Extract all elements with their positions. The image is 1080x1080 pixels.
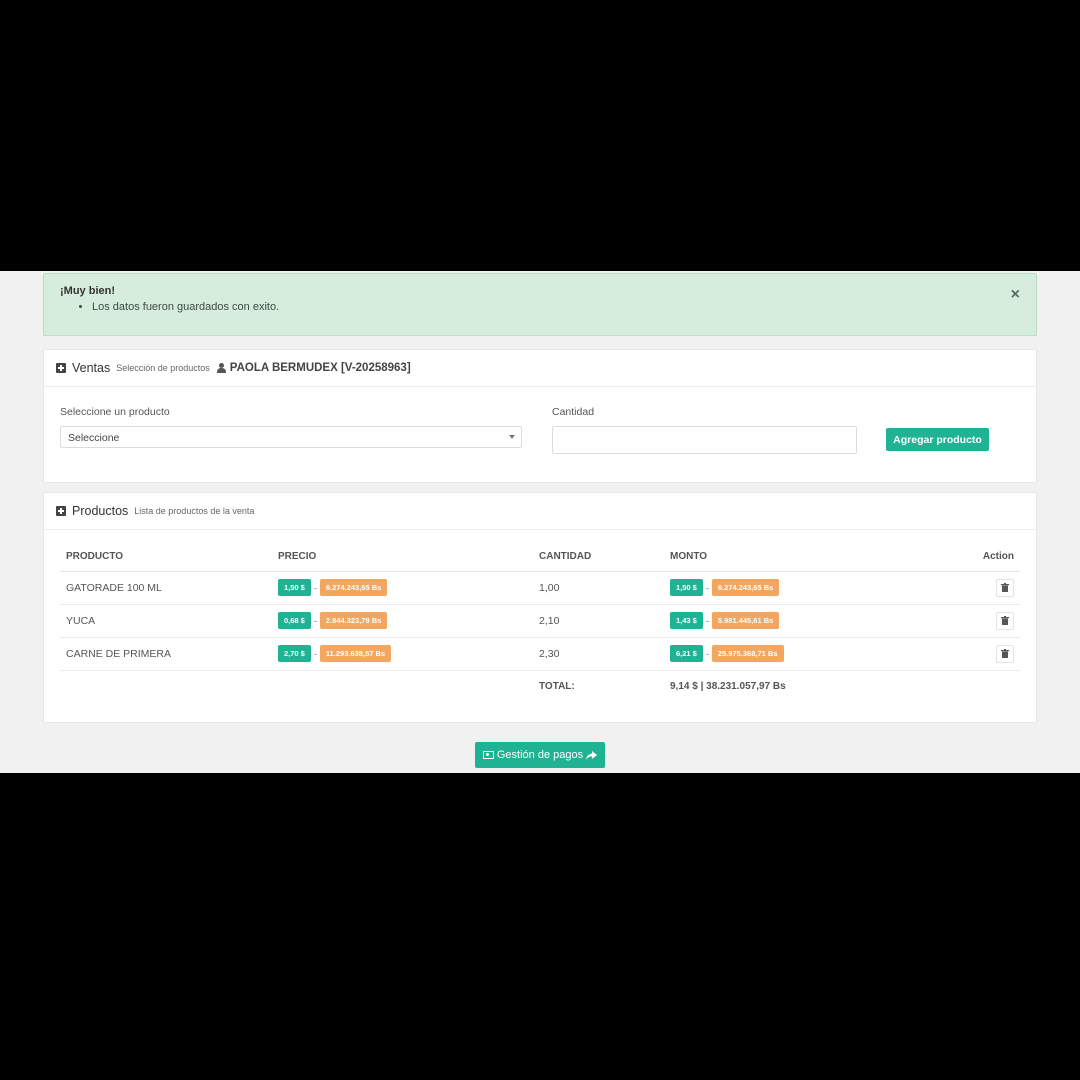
payments-button-label: Gestión de pagos (496, 749, 584, 761)
trash-icon (1001, 649, 1009, 658)
share-arrow-icon (586, 750, 598, 760)
empty-cell (60, 670, 272, 703)
productos-title: Productos (72, 504, 129, 518)
trash-icon (1001, 583, 1009, 592)
product-select-value: Seleccione (68, 432, 120, 444)
header-action: Action (914, 543, 1020, 572)
plus-square-icon (56, 363, 66, 373)
delete-button[interactable] (996, 578, 1014, 597)
price-cell: 2,70 $ - 11.293.638,57 Bs (272, 637, 533, 671)
table-row: GATORADE 100 ML 1,50 $ - 6.274.243,65 Bs… (60, 571, 1020, 605)
product-select[interactable]: Seleccione (60, 426, 522, 448)
add-product-button[interactable]: Agregar producto (886, 428, 989, 451)
price-usd-badge: 1,50 $ (278, 579, 311, 596)
client-name: PAOLA BERMUDEX [V-20258963] (229, 362, 411, 374)
amount-bs-badge: 5.981.445,61 Bs (711, 612, 780, 629)
product-name: YUCA (60, 604, 272, 638)
app-viewport: ¡Muy bien! Los datos fueron guardados co… (0, 271, 1080, 773)
product-name: CARNE DE PRIMERA (60, 637, 272, 671)
alert-title: ¡Muy bien! (60, 285, 115, 297)
trash-icon (1001, 616, 1009, 625)
alert-message-list: Los datos fueron guardados con exito. (92, 301, 1020, 313)
header-precio: PRECIO (272, 543, 533, 572)
price-usd-badge: 2,70 $ (278, 645, 311, 662)
table-row: YUCA 0,68 $ - 2.844.323,79 Bs 2,10 1,43 … (60, 604, 1020, 638)
amount-cell: 1,43 $ - 5.981.445,61 Bs (664, 604, 914, 638)
money-icon (482, 751, 494, 759)
empty-cell (272, 670, 533, 703)
action-cell (914, 637, 1020, 671)
product-label: Seleccione un producto (60, 406, 170, 418)
quantity-cell: 1,00 (533, 571, 664, 605)
price-bs-badge: 2.844.323,79 Bs (319, 612, 388, 629)
header-cantidad: CANTIDAD (533, 543, 664, 572)
productos-panel-header: Productos Lista de productos de la venta (44, 493, 1036, 530)
amount-cell: 1,50 $ - 6.274.243,65 Bs (664, 571, 914, 605)
amount-bs-badge: 6.274.243,65 Bs (711, 579, 780, 596)
separator: - (313, 582, 317, 593)
productos-panel: Productos Lista de productos de la venta… (43, 492, 1037, 723)
delete-button[interactable] (996, 611, 1014, 630)
action-cell (914, 571, 1020, 605)
total-row: TOTAL: 9,14 $ | 38.231.057,97 Bs (60, 670, 1020, 703)
success-alert: ¡Muy bien! Los datos fueron guardados co… (43, 273, 1037, 336)
price-bs-badge: 11.293.638,57 Bs (319, 645, 392, 662)
productos-subtitle: Lista de productos de la venta (134, 506, 255, 516)
ventas-title: Ventas (72, 361, 111, 375)
quantity-label: Cantidad (552, 406, 595, 418)
header-producto: PRODUCTO (60, 543, 272, 572)
price-usd-badge: 0,68 $ (278, 612, 311, 629)
header-monto: MONTO (664, 543, 914, 572)
amount-bs-badge: 25.975.368,71 Bs (711, 645, 784, 662)
amount-usd-badge: 6,21 $ (670, 645, 703, 662)
amount-cell: 6,21 $ - 25.975.368,71 Bs (664, 637, 914, 671)
separator: - (705, 582, 709, 593)
quantity-cell: 2,10 (533, 604, 664, 638)
table-row: CARNE DE PRIMERA 2,70 $ - 11.293.638,57 … (60, 637, 1020, 671)
ventas-panel-header: Ventas Selección de productos PAOLA BERM… (44, 350, 1036, 387)
plus-square-icon (56, 506, 66, 516)
total-label: TOTAL: (539, 681, 575, 693)
product-name: GATORADE 100 ML (60, 571, 272, 605)
separator: - (705, 648, 709, 659)
ventas-panel: Ventas Selección de productos PAOLA BERM… (43, 349, 1037, 483)
price-cell: 1,50 $ - 6.274.243,65 Bs (272, 571, 533, 605)
ventas-subtitle: Selección de productos (116, 363, 210, 373)
user-icon (216, 363, 226, 373)
quantity-cell: 2,30 (533, 637, 664, 671)
separator: - (705, 615, 709, 626)
alert-message: Los datos fueron guardados con exito. (92, 301, 1020, 313)
action-cell (914, 604, 1020, 638)
delete-button[interactable] (996, 644, 1014, 663)
chevron-down-icon (509, 435, 515, 439)
amount-usd-badge: 1,43 $ (670, 612, 703, 629)
empty-cell (914, 670, 1020, 703)
separator: - (313, 648, 317, 659)
quantity-input[interactable] (552, 426, 857, 454)
products-table: PRODUCTO PRECIO CANTIDAD MONTO Action GA… (60, 543, 1020, 703)
close-icon[interactable]: × (1011, 287, 1020, 303)
separator: - (313, 615, 317, 626)
price-cell: 0,68 $ - 2.844.323,79 Bs (272, 604, 533, 638)
amount-usd-badge: 1,50 $ (670, 579, 703, 596)
price-bs-badge: 6.274.243,65 Bs (319, 579, 388, 596)
total-value: 9,14 $ | 38.231.057,97 Bs (670, 681, 786, 693)
table-header-row: PRODUCTO PRECIO CANTIDAD MONTO Action (60, 543, 1020, 572)
payments-button[interactable]: Gestión de pagos (475, 742, 605, 768)
